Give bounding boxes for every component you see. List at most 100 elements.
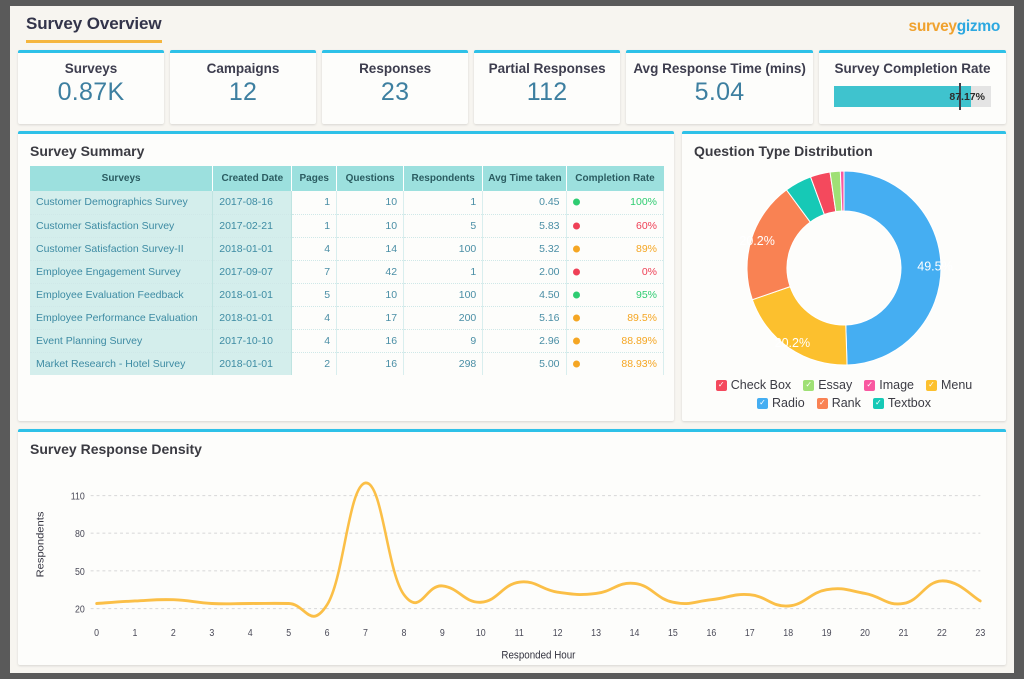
legend-item-textbox[interactable]: Textbox [872,396,931,410]
dashboard-header: Survey Overview surveygizmo [18,12,1006,48]
kpi-card-campaigns[interactable]: Campaigns 12 [170,50,317,124]
x-axis-tick-label: 4 [248,628,253,640]
cell-avg-time: 5.16 [482,306,567,330]
x-axis-tick-label: 8 [401,628,406,640]
x-axis-tick-label: 12 [553,628,563,640]
cell-questions: 10 [336,191,405,215]
legend-item-essay[interactable]: Essay [803,378,852,392]
cell-survey-name[interactable]: Market Research - Hotel Survey [30,352,214,375]
survey-summary-title: Survey Summary [30,143,145,159]
cell-avg-time: 5.32 [482,237,567,261]
col-header-questions[interactable]: Questions [336,166,405,191]
cell-pages: 4 [291,329,338,353]
kpi-label: Responses [359,61,432,76]
legend-checkbox-icon[interactable] [715,379,727,391]
legend-checkbox-icon[interactable] [803,379,815,391]
cell-pages: 4 [291,237,338,261]
table-header-row: Surveys Created Date Pages Questions Res… [30,166,664,191]
cell-survey-name[interactable]: Customer Satisfaction Survey-II [30,237,214,261]
legend-item-menu[interactable]: Menu [925,378,972,392]
cell-pages: 4 [291,306,338,330]
x-axis-tick-label: 21 [899,628,909,640]
cell-completion-rate: 0% [566,260,664,284]
table-row[interactable]: Employee Performance Evaluation 2018-01-0… [30,306,664,330]
legend-checkbox-icon[interactable] [816,397,828,409]
cell-survey-name[interactable]: Employee Evaluation Feedback [30,283,214,307]
x-axis-tick-label: 2 [171,628,176,640]
line-series-respondents[interactable] [95,481,982,618]
kpi-row: Surveys 0.87K Campaigns 12 Responses 23 … [18,50,1006,124]
cell-created-date: 2018-01-01 [212,283,293,307]
legend-checkbox-icon[interactable] [757,397,769,409]
cell-respondents: 100 [403,283,484,307]
cell-survey-name[interactable]: Event Planning Survey [30,329,214,353]
x-axis-tick-label: 10 [476,628,486,640]
x-axis-tick-label: 23 [975,628,985,640]
table-row[interactable]: Event Planning Survey 2017-10-10 4 16 9 2.96 8… [30,329,664,353]
legend-checkbox-icon[interactable] [925,379,937,391]
cell-respondents: 298 [403,352,484,375]
y-axis-tick-label: 20 [75,604,85,616]
col-header-created-date[interactable]: Created Date [212,166,293,191]
table-row[interactable]: Customer Satisfaction Survey-II 2018-01-0… [30,237,664,261]
survey-response-density-panel: Survey Response Density 20 50 80 110 Respond… [18,429,1006,665]
cell-created-date: 2017-09-07 [212,260,293,284]
legend-item-image[interactable]: Image [864,378,914,392]
col-header-completion-rate[interactable]: Completion Rate [566,166,664,191]
legend-item-rank[interactable]: Rank [816,396,861,410]
cell-questions: 10 [336,283,405,307]
cell-survey-name[interactable]: Customer Demographics Survey [30,191,214,215]
cell-pages: 1 [291,214,338,238]
status-dot-icon [572,337,580,344]
kpi-card-survey-completion-rate[interactable]: Survey Completion Rate 87.17% [819,50,1006,124]
x-axis-tick-label: 14 [630,628,640,640]
legend-checkbox-icon[interactable] [872,397,884,409]
donut-slice-label: 20.2% [775,336,810,350]
y-axis-title: Respondents [35,512,46,578]
survey-summary-table: Surveys Created Date Pages Questions Res… [30,166,664,375]
kpi-card-responses[interactable]: Responses 23 [322,50,469,124]
col-header-surveys[interactable]: Surveys [30,166,214,191]
legend-label: Textbox [887,396,931,410]
kpi-label: Surveys [64,61,118,76]
y-axis-tick-label: 50 [75,566,85,578]
cell-completion-rate: 88.93% [566,352,664,375]
table-row[interactable]: Customer Satisfaction Survey 2017-02-21 1 1… [30,214,664,238]
kpi-label: Avg Response Time (mins) [633,61,806,76]
kpi-value: 12 [228,78,258,106]
kpi-card-surveys[interactable]: Surveys 0.87K [18,50,165,124]
x-axis-tick-label: 13 [591,628,601,640]
donut-chart-body: 49.5% 20.2% 20.2% Check Box Essay Image Menu R… [682,166,1006,421]
col-header-respondents[interactable]: Respondents [403,166,484,191]
legend-checkbox-icon[interactable] [864,379,876,391]
cell-respondents: 1 [403,260,484,284]
progress-value-label: 87.17% [949,90,985,103]
cell-respondents: 100 [403,237,484,261]
table-row[interactable]: Customer Demographics Survey 2017-08-16 1 1… [30,191,664,215]
legend-item-radio[interactable]: Radio [757,396,805,410]
middle-row: Survey Summary Surveys Created Date Page… [18,131,1006,421]
kpi-card-avg-response-time[interactable]: Avg Response Time (mins) 5.04 [626,50,814,124]
table-row[interactable]: Employee Evaluation Feedback 2018-01-01 5 1… [30,283,664,307]
legend-label: Radio [772,396,805,410]
x-axis-tick-label: 5 [286,628,291,640]
cell-questions: 16 [336,329,405,353]
cell-pages: 2 [291,352,338,375]
survey-response-density-title: Survey Response Density [30,441,202,457]
col-header-avg-time-taken[interactable]: Avg Time taken [482,166,567,191]
cell-respondents: 1 [403,191,484,215]
x-axis-tick-label: 19 [822,628,832,640]
cell-survey-name[interactable]: Employee Engagement Survey [30,260,214,284]
donut-slice-menu[interactable] [751,285,848,366]
legend-item-check-box[interactable]: Check Box [715,378,791,392]
dashboard-content: Survey Overview surveygizmo Surveys 0.87… [10,6,1014,673]
table-row[interactable]: Employee Engagement Survey 2017-09-07 7 42 1… [30,260,664,284]
cell-completion-rate: 89% [566,237,664,261]
cell-survey-name[interactable]: Customer Satisfaction Survey [30,214,214,238]
table-row[interactable]: Market Research - Hotel Survey 2018-01-01… [30,352,664,375]
col-header-pages[interactable]: Pages [291,166,338,191]
cell-survey-name[interactable]: Employee Performance Evaluation [30,306,214,330]
kpi-card-partial-responses[interactable]: Partial Responses 112 [474,50,621,124]
cell-created-date: 2017-10-10 [212,329,293,353]
x-axis-tick-label: 18 [783,628,793,640]
